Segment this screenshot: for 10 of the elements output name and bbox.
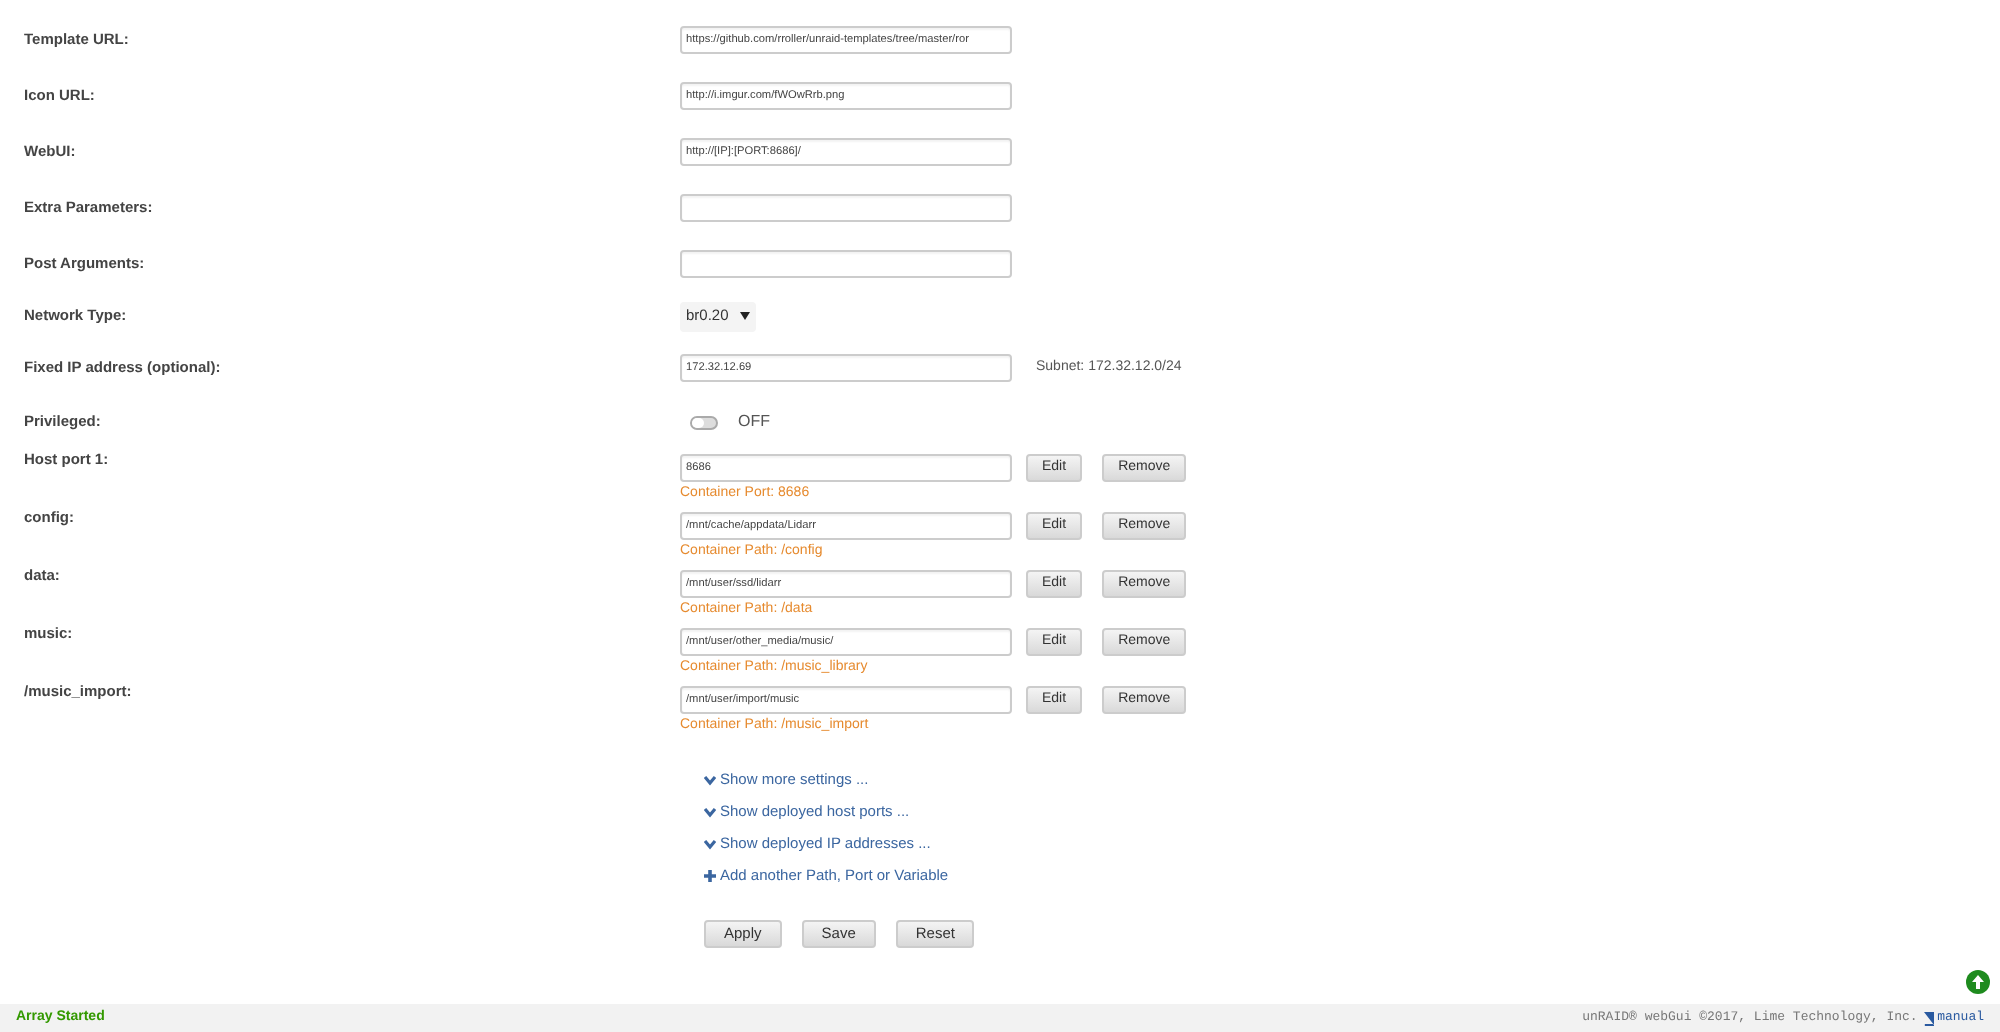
chevron-down-icon — [704, 806, 716, 818]
toggle-switch[interactable] — [690, 415, 718, 429]
chevron-down-icon — [704, 838, 716, 850]
toggle-state: OFF — [738, 410, 770, 434]
plus-icon — [704, 870, 716, 882]
text-field[interactable] — [680, 194, 1012, 222]
arrow-up-icon[interactable] — [1966, 970, 1990, 994]
chevron-down-icon — [704, 774, 716, 786]
caret-icon — [740, 312, 751, 320]
text-field[interactable] — [680, 250, 1012, 278]
